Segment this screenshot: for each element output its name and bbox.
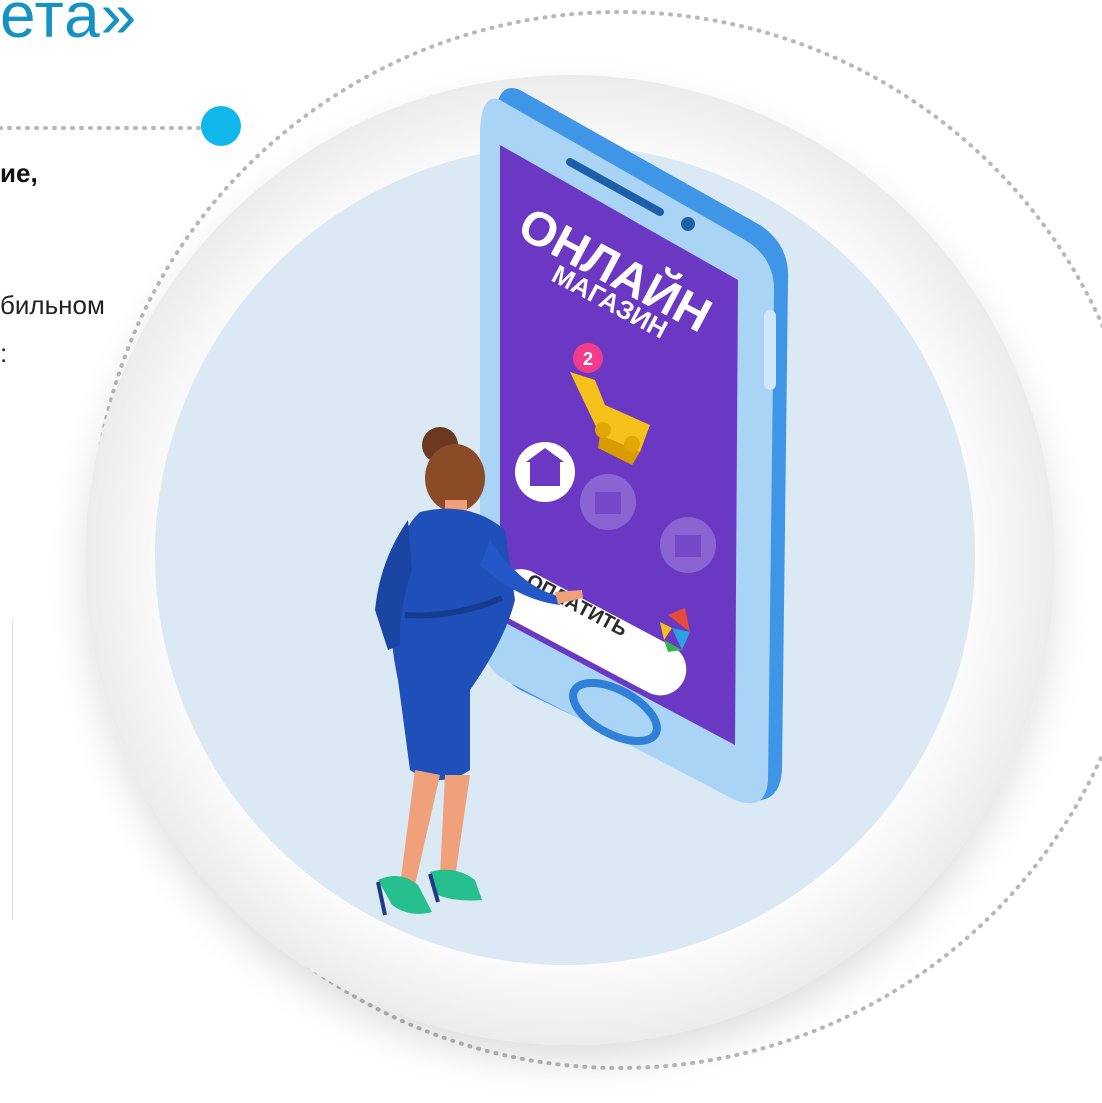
cart-badge: 2 bbox=[583, 349, 593, 369]
bank-icon bbox=[515, 442, 575, 502]
bank-icon bbox=[660, 517, 716, 573]
bank-icon bbox=[580, 474, 636, 530]
connector-dot bbox=[201, 106, 241, 146]
illustration: ОНЛАЙН МАГАЗИН 2 ОПЛАТИТЬ bbox=[0, 10, 1102, 1070]
